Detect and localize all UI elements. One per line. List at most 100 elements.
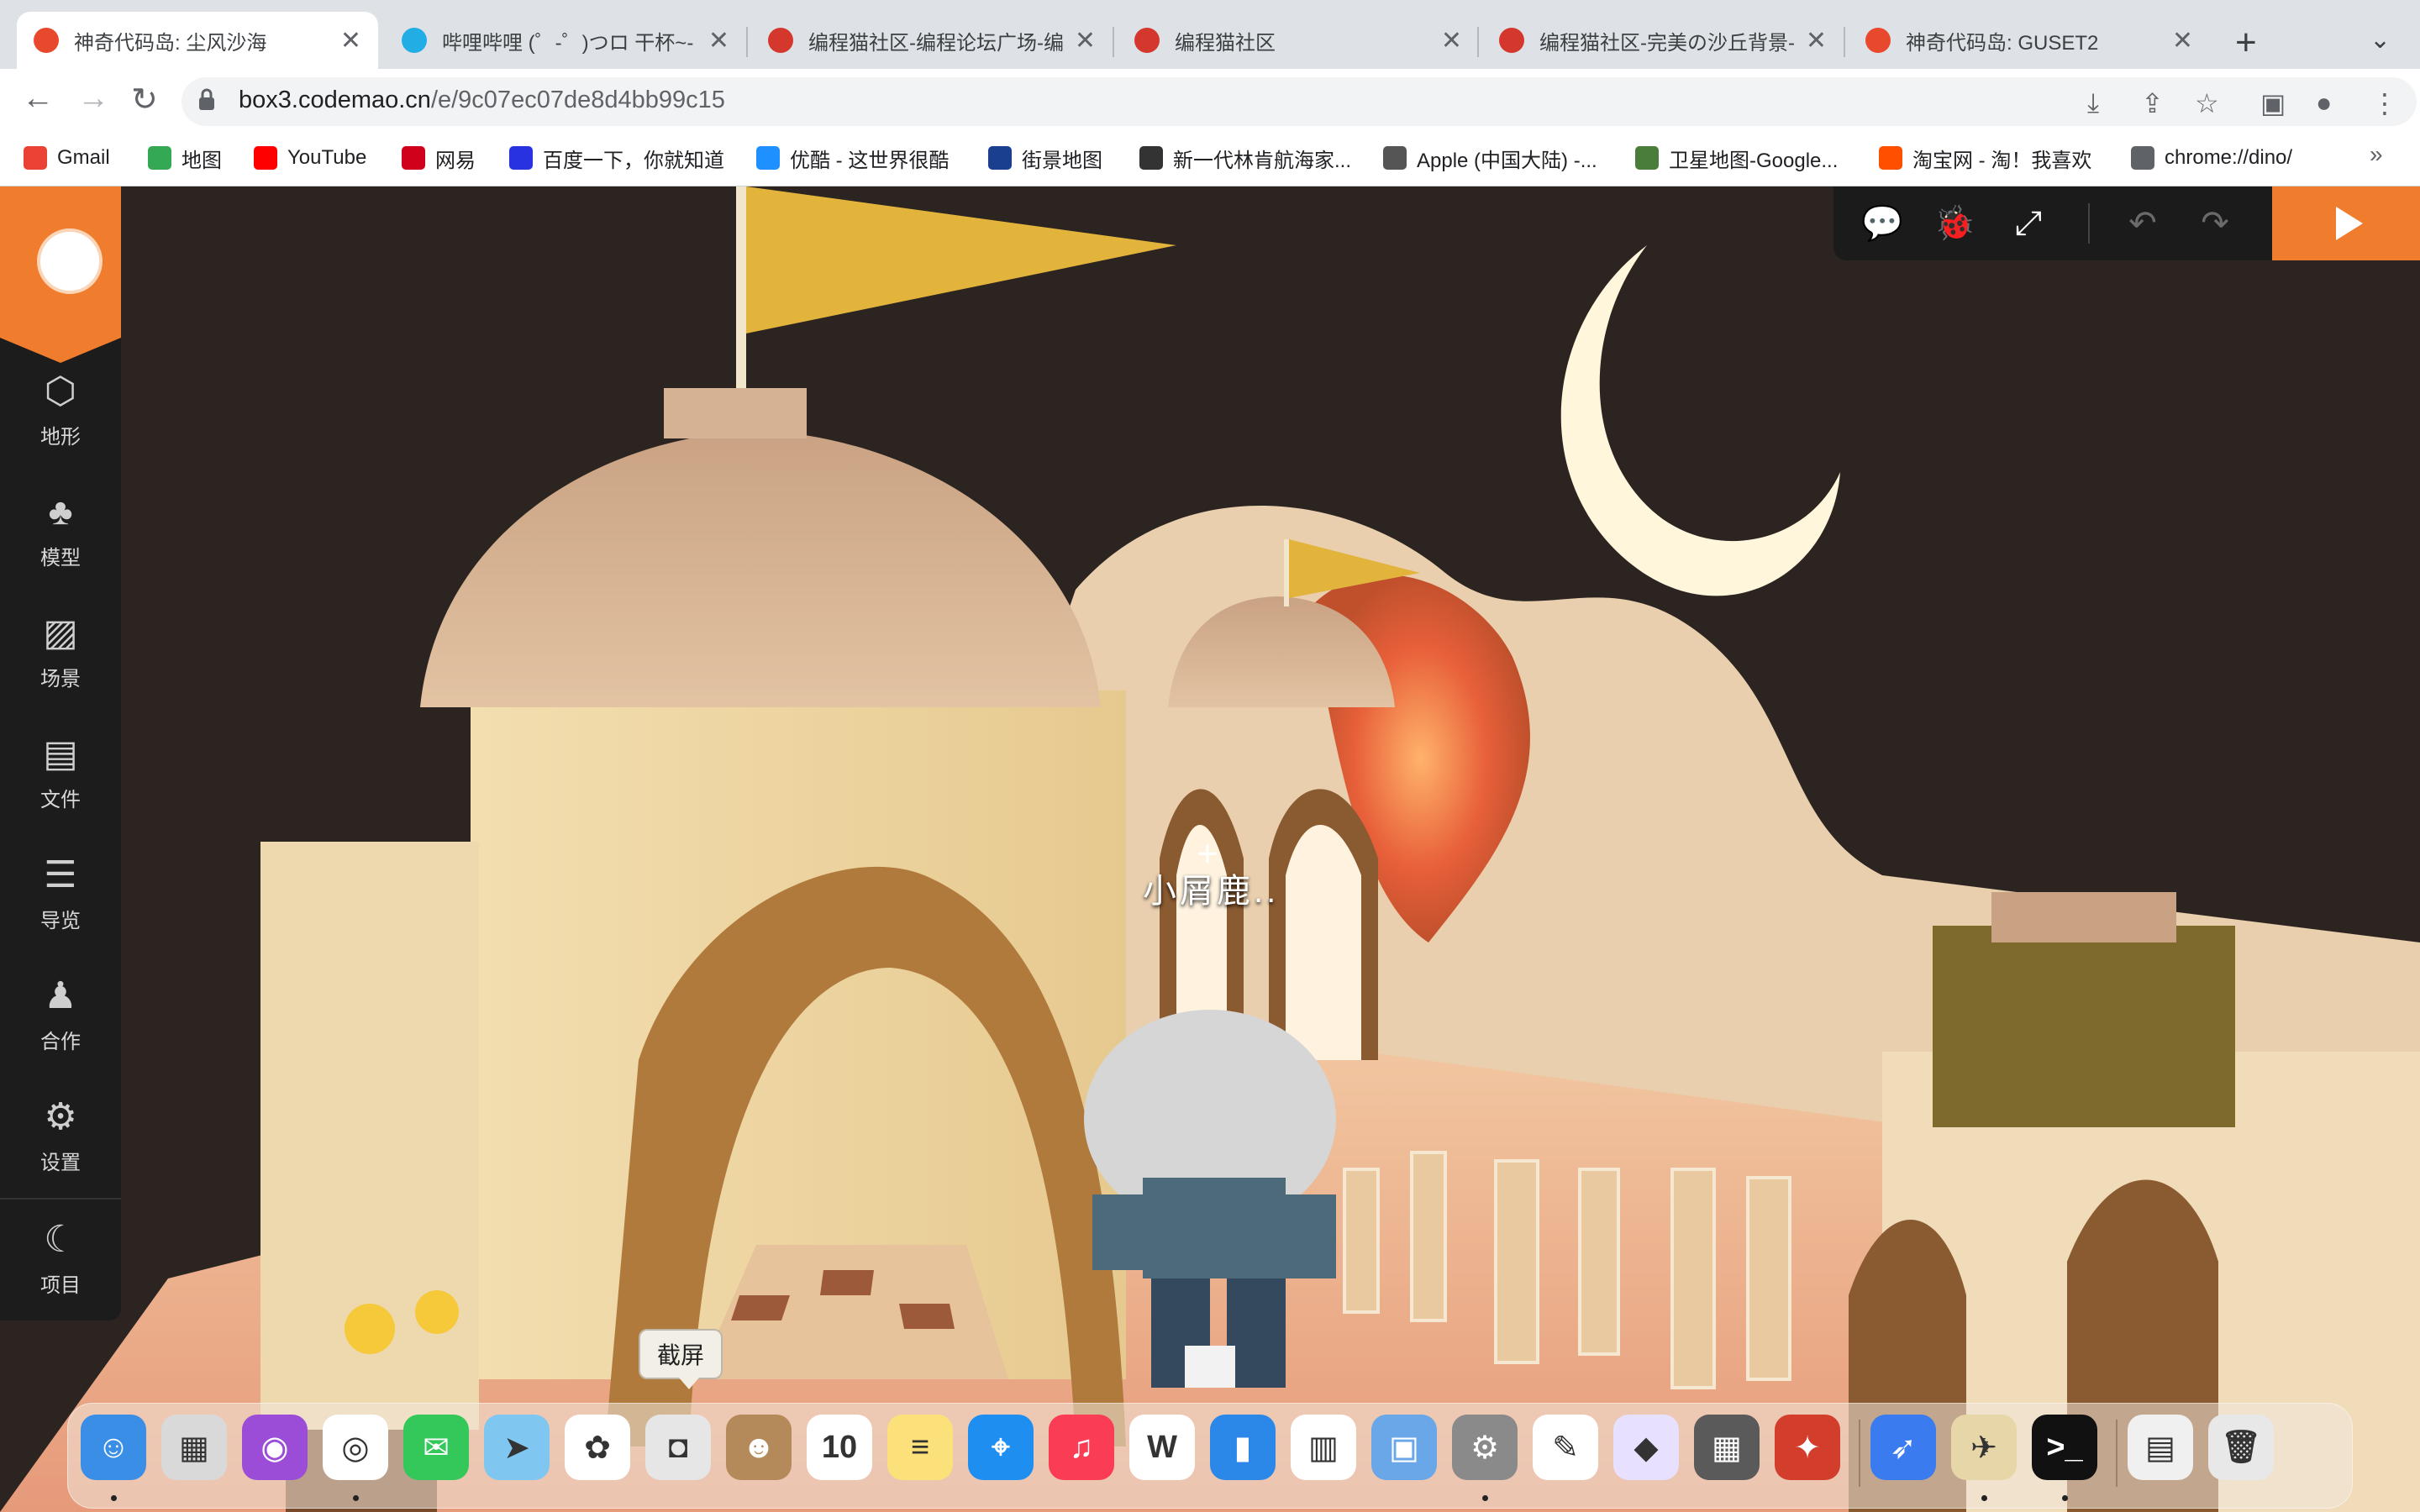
dock-safari-icon[interactable]: ⌖ [968, 1415, 1034, 1480]
editor-sidebar: ⬡ 地形 ♣ 模型 ▨ 场景 ▤ 文件 ☰ 导览 ♟ 合作 ⚙ 设置 ☾ 项目 [0, 186, 121, 1320]
tab-search-button[interactable]: ⌄ [2370, 25, 2391, 55]
share-icon[interactable]: ⇪ [2141, 87, 2164, 119]
app-logo[interactable] [37, 228, 103, 294]
bookmark-star-icon[interactable]: ☆ [2195, 87, 2219, 119]
tab-close-icon[interactable]: ✕ [340, 26, 361, 55]
tab-close-icon[interactable]: ✕ [1806, 26, 1827, 55]
tab[interactable]: 编程猫社区-完美の沙丘背景- ✕ [1482, 12, 1844, 69]
tab-close-icon[interactable]: ✕ [2172, 26, 2193, 55]
lock-icon[interactable] [198, 87, 215, 111]
debug-icon[interactable]: 🐞 [1931, 200, 1978, 247]
dock-python-icon[interactable]: ✈ [1951, 1415, 2017, 1480]
bookmark-item[interactable]: YouTube [254, 143, 366, 173]
bookmark-favicon-icon [1635, 146, 1659, 170]
side-panel-icon[interactable]: ▣ [2260, 87, 2286, 119]
dock-terminal-icon[interactable]: >_ [2032, 1415, 2097, 1480]
tab-title: 哔哩哔哩 (゜-゜)つロ 干杯~- [442, 31, 694, 55]
bookmark-item[interactable]: Gmail [24, 143, 110, 173]
tab-favicon-icon [34, 28, 59, 53]
dock-maps-icon[interactable]: ➤ [484, 1415, 550, 1480]
profile-icon[interactable]: ● [2316, 87, 2332, 118]
new-tab-button[interactable]: + [2235, 22, 2257, 64]
dock-preview-icon[interactable]: ▣ [1371, 1415, 1437, 1480]
dock-calculator-icon[interactable]: ▦ [1694, 1415, 1760, 1480]
dock-chrome-icon[interactable]: ◎ [323, 1415, 388, 1480]
tab-title: 编程猫社区 [1175, 31, 1276, 55]
bookmark-item[interactable]: 网易 [402, 143, 476, 173]
sidebar-item-tree[interactable]: ♣ 模型 [0, 480, 121, 581]
url-path: /e/9c07ec07de8d4bb99c15 [430, 87, 725, 113]
tab-close-icon[interactable]: ✕ [1441, 26, 1462, 55]
dock-screenshot-icon[interactable]: ◘ [645, 1415, 711, 1480]
sidebar-item-gear[interactable]: ⚙ 设置 [0, 1085, 121, 1186]
url-text[interactable]: box3.codemao.cn/e/9c07ec07de8d4bb99c15 [239, 87, 725, 114]
bookmark-item[interactable]: Apple (中国大陆) -... [1383, 143, 1597, 173]
tab-close-icon[interactable]: ✕ [1075, 26, 1096, 55]
dock-launchpad-icon[interactable]: ▦ [161, 1415, 227, 1480]
tab[interactable]: 编程猫社区 ✕ [1118, 12, 1479, 69]
tab[interactable]: 神奇代码岛: GUSET2 ✕ [1849, 12, 2210, 69]
redo-icon[interactable]: ↷ [2191, 200, 2238, 247]
dock-podcasts-icon[interactable]: ◉ [242, 1415, 308, 1480]
dock-feishu-icon[interactable]: ➶ [1870, 1415, 1936, 1480]
tab-separator [1113, 27, 1114, 57]
dock-numbers-icon[interactable]: ▥ [1291, 1415, 1356, 1480]
menu-icon[interactable]: ⋮ [2371, 87, 2398, 119]
dock-separator [1859, 1420, 1860, 1487]
tab-favicon-icon [1499, 28, 1524, 53]
bookmarks-more-button[interactable]: » [2370, 141, 2383, 168]
tab-close-icon[interactable]: ✕ [708, 26, 729, 55]
tab-title: 编程猫社区-完美の沙丘背景- [1539, 31, 1795, 55]
bookmark-item[interactable]: chrome://dino/ [2131, 143, 2292, 173]
dock-trash-icon[interactable]: 🗑 [2208, 1415, 2274, 1480]
sidebar-item-cube[interactable]: ⬡ 地形 [0, 360, 121, 460]
dock-contacts-icon[interactable]: ☻ [726, 1415, 792, 1480]
sidebar-item-label: 设置 [40, 1151, 81, 1174]
bookmark-label: 街景地图 [1022, 149, 1102, 172]
bookmark-label: YouTube [287, 146, 367, 169]
bookmark-item[interactable]: 淘宝网 - 淘！我喜欢 [1879, 143, 2091, 173]
undo-icon[interactable]: ↶ [2119, 200, 2166, 247]
image-icon: ▨ [43, 612, 78, 654]
dock-messages-icon[interactable]: ✉ [403, 1415, 469, 1480]
bookmark-favicon-icon [148, 146, 171, 170]
bookmark-item[interactable]: 地图 [148, 143, 222, 173]
sidebar-item-folder[interactable]: ▤ 文件 [0, 722, 121, 823]
dock-wps-icon[interactable]: W [1129, 1415, 1195, 1480]
dock-pages-icon[interactable]: ✎ [1533, 1415, 1598, 1480]
sidebar-item-list[interactable]: ☰ 导览 [0, 843, 121, 944]
comment-icon[interactable]: 💬 [1859, 200, 1906, 247]
bookmark-item[interactable]: 百度一下，你就知道 [509, 143, 724, 173]
download-icon[interactable]: ⤓ [2087, 87, 2099, 119]
dock-music-icon[interactable]: ♫ [1049, 1415, 1114, 1480]
dock-finder-icon[interactable]: ☺ [81, 1415, 146, 1480]
dock-instruments-icon[interactable]: ✦ [1775, 1415, 1840, 1480]
game-viewport[interactable]: ⬡ 地形 ♣ 模型 ▨ 场景 ▤ 文件 ☰ 导览 ♟ 合作 ⚙ 设置 ☾ 项目 💬 🐞 ⤢ ↶ ↷ + 小… [0, 186, 2420, 1512]
dock-photos-icon[interactable]: ✿ [565, 1415, 630, 1480]
dock-system-preferences-icon[interactable]: ⚙ [1452, 1415, 1518, 1480]
forward-button[interactable]: → [77, 81, 109, 117]
bookmark-favicon-icon [1383, 146, 1407, 170]
logo-block[interactable] [0, 186, 121, 363]
tab[interactable]: 神奇代码岛: 尘风沙海 ✕ [17, 12, 378, 69]
sidebar-item-image[interactable]: ▨ 场景 [0, 601, 121, 702]
bookmark-item[interactable]: 新一代林肯航海家... [1139, 143, 1351, 173]
dock-notes-icon[interactable]: ≡ [887, 1415, 953, 1480]
back-button[interactable]: ← [22, 81, 54, 117]
sidebar-item-label: 合作 [40, 1030, 81, 1053]
sidebar-item-people[interactable]: ♟ 合作 [0, 964, 121, 1065]
dock-screen-capture-stack-icon[interactable]: ▤ [2128, 1415, 2193, 1480]
tab[interactable]: 编程猫社区-编程论坛广场-编 ✕ [751, 12, 1113, 69]
bookmark-item[interactable]: 卫星地图-Google... [1635, 143, 1838, 173]
bookmark-item[interactable]: 街景地图 [988, 143, 1102, 173]
dock-calendar-icon[interactable]: 10 [807, 1415, 872, 1480]
reload-button[interactable]: ↻ [131, 81, 158, 118]
sidebar-item-project[interactable]: ☾ 项目 [0, 1208, 121, 1309]
dock-sketch-icon[interactable]: ◆ [1613, 1415, 1679, 1480]
tab[interactable]: 哔哩哔哩 (゜-゜)つロ 干杯~- ✕ [385, 12, 746, 69]
play-button[interactable] [2272, 186, 2420, 260]
bookmark-item[interactable]: 优酷 - 这世界很酷 [756, 143, 949, 173]
fullscreen-icon[interactable]: ⤢ [2005, 200, 2052, 247]
dock-keynote-icon[interactable]: ▮ [1210, 1415, 1276, 1480]
tab-title: 编程猫社区-编程论坛广场-编 [808, 31, 1064, 55]
